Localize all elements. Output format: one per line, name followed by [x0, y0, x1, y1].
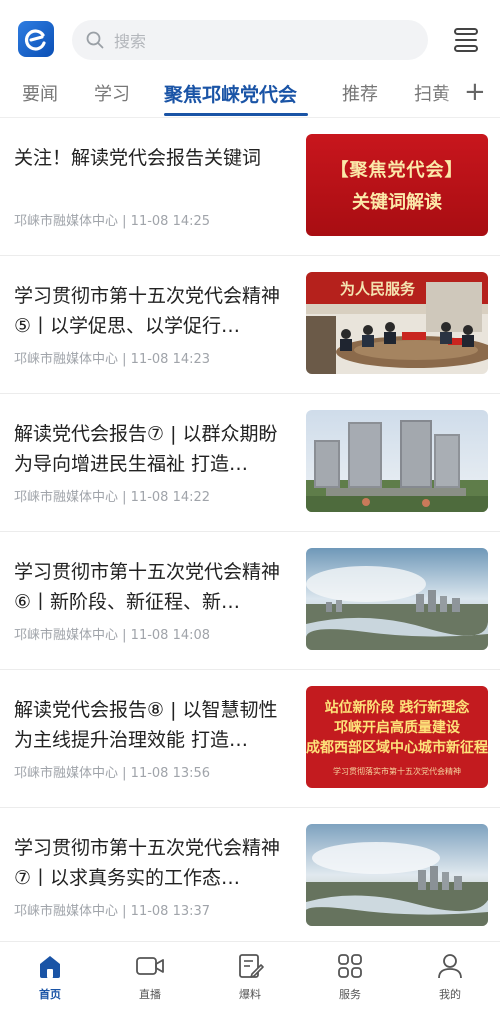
news-thumbnail-meeting-room: 为人民服务 — [306, 272, 488, 374]
news-item[interactable]: 解读党代会报告⑦ | 以群众期盼为导向增进民生福祉 打造… 邛崃市融媒体中心 |… — [0, 394, 500, 532]
news-time: 11-08 14:25 — [130, 214, 211, 229]
news-title: 学习贯彻市第十五次党代会精神⑦丨以求真务实的工作态… — [14, 837, 281, 889]
thumb-text-line: 关键词解读 — [352, 192, 442, 213]
news-time: 11-08 14:22 — [130, 490, 211, 505]
news-meta: 邛崃市融媒体中心 | 11-08 14:22 — [14, 490, 211, 505]
meeting-banner-text: 为人民服务 — [340, 280, 416, 298]
tab-xuexi[interactable]: 学习 — [94, 80, 130, 106]
nav-report[interactable]: 爆料 — [215, 952, 285, 1002]
news-title: 学习贯彻市第十五次党代会精神⑥丨新阶段、新征程、新… — [14, 561, 281, 613]
tab-tuijian[interactable]: 推荐 — [342, 80, 378, 106]
news-source: 邛崃市融媒体中心 — [14, 352, 119, 367]
home-icon — [40, 956, 60, 978]
nav-live[interactable]: 直播 — [115, 952, 185, 1002]
nav-label: 我的 — [439, 988, 461, 1001]
app-logo-icon[interactable] — [18, 21, 54, 57]
thumb-text-line: 邛崃开启高质量建设 — [334, 719, 460, 736]
news-item[interactable]: 解读党代会报告⑧ | 以智慧韧性为主线提升治理效能 打造… 邛崃市融媒体中心 |… — [0, 670, 500, 808]
news-thumbnail-city-aerial — [306, 548, 488, 650]
news-time: 11-08 14:08 — [130, 628, 211, 643]
news-source: 邛崃市融媒体中心 — [14, 766, 119, 781]
news-source: 邛崃市融媒体中心 — [14, 904, 119, 919]
edit-icon — [239, 954, 264, 978]
thumb-caption: 学习贯彻落实市第十五次党代会精神 — [333, 766, 461, 776]
thumb-text-line: 成都西部区域中心城市新征程 — [306, 739, 488, 756]
user-icon — [438, 954, 462, 979]
news-source: 邛崃市融媒体中心 — [14, 214, 119, 229]
news-meta: 邛崃市融媒体中心 | 11-08 14:23 — [14, 352, 211, 367]
news-thumbnail-city-aerial — [306, 824, 488, 926]
news-meta: 邛崃市融媒体中心 | 11-08 13:56 — [14, 766, 211, 781]
news-source: 邛崃市融媒体中心 — [14, 490, 119, 505]
news-source: 邛崃市融媒体中心 — [14, 628, 119, 643]
news-thumbnail: 【聚焦党代会】 关键词解读 — [306, 134, 488, 236]
thumb-text-line: 站位新阶段 践行新理念 — [324, 699, 470, 716]
add-channel-icon[interactable]: + — [464, 78, 486, 106]
search-icon — [86, 31, 104, 49]
search-input[interactable]: 搜索 — [72, 20, 428, 60]
nav-profile[interactable]: 我的 — [415, 952, 485, 1002]
tab-focus-congress[interactable]: 聚焦邛崃党代会 — [164, 80, 297, 107]
nav-label: 首页 — [39, 988, 61, 1001]
nav-label: 服务 — [339, 988, 361, 1001]
news-title: 学习贯彻市第十五次党代会精神⑤丨以学促思、以学促行… — [14, 285, 281, 337]
news-thumbnail: 站位新阶段 践行新理念 邛崃开启高质量建设 成都西部区域中心城市新征程 学习贯彻… — [306, 686, 488, 788]
news-title: 解读党代会报告⑦ | 以群众期盼为导向增进民生福祉 打造… — [14, 423, 278, 475]
channel-tabs: 要闻 学习 聚焦邛崃党代会 推荐 扫黄 + — [0, 76, 500, 118]
grid-icon — [338, 954, 362, 978]
nav-services[interactable]: 服务 — [315, 952, 385, 1002]
tab-yaowen[interactable]: 要闻 — [22, 80, 58, 106]
bottom-nav: 首页 直播 爆料 服务 我的 — [0, 941, 500, 1024]
news-time: 11-08 14:23 — [130, 352, 211, 367]
video-icon — [136, 957, 164, 975]
news-item[interactable]: 学习贯彻市第十五次党代会精神⑦丨以求真务实的工作态… 邛崃市融媒体中心 | 11… — [0, 808, 500, 946]
news-title: 解读党代会报告⑧ | 以智慧韧性为主线提升治理效能 打造… — [14, 699, 278, 751]
news-title: 关注！解读党代会报告关键词 — [14, 147, 262, 169]
news-time: 11-08 13:56 — [130, 766, 211, 781]
nav-label: 爆料 — [239, 988, 261, 1001]
news-item[interactable]: 学习贯彻市第十五次党代会精神⑤丨以学促思、以学促行… 邛崃市融媒体中心 | 11… — [0, 256, 500, 394]
news-item[interactable]: 学习贯彻市第十五次党代会精神⑥丨新阶段、新征程、新… 邛崃市融媒体中心 | 11… — [0, 532, 500, 670]
news-list: 关注！解读党代会报告关键词 邛崃市融媒体中心 | 11-08 14:25 【聚焦… — [0, 118, 500, 946]
news-thumbnail-residential-towers — [306, 410, 488, 512]
news-meta: 邛崃市融媒体中心 | 11-08 14:25 — [14, 214, 211, 229]
news-meta: 邛崃市融媒体中心 | 11-08 13:37 — [14, 904, 211, 919]
news-meta: 邛崃市融媒体中心 | 11-08 14:08 — [14, 628, 211, 643]
news-item[interactable]: 关注！解读党代会报告关键词 邛崃市融媒体中心 | 11-08 14:25 【聚焦… — [0, 118, 500, 256]
thumb-text-line: 【聚焦党代会】 — [330, 160, 464, 181]
app-header: 搜索 — [0, 0, 500, 76]
news-time: 11-08 13:37 — [130, 904, 211, 919]
active-tab-indicator — [164, 113, 308, 116]
nav-label: 直播 — [139, 988, 161, 1001]
menu-icon[interactable] — [452, 26, 480, 54]
search-placeholder: 搜索 — [114, 32, 147, 51]
nav-home[interactable]: 首页 — [15, 952, 85, 1002]
